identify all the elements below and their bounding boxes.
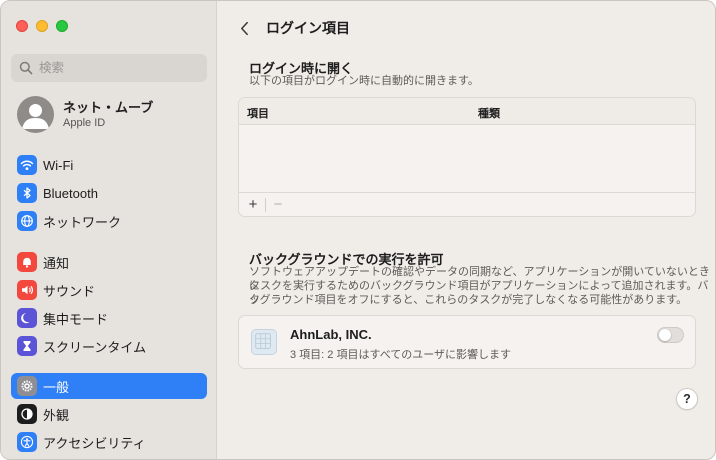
- remove-login-item-button[interactable]: −: [268, 196, 288, 214]
- search-icon: [19, 61, 33, 75]
- column-header-item[interactable]: 項目: [247, 105, 269, 121]
- table-body[interactable]: [239, 125, 695, 193]
- appearance-icon: [17, 404, 37, 424]
- account-subtitle: Apple ID: [63, 116, 106, 129]
- sidebar-item-label: Wi-Fi: [43, 157, 74, 173]
- help-button[interactable]: ?: [676, 388, 698, 410]
- sidebar-item-label: 通知: [43, 255, 70, 271]
- add-login-item-button[interactable]: +: [243, 196, 263, 214]
- bell-icon: [17, 252, 37, 272]
- sidebar-item-label: 集中モード: [43, 311, 109, 327]
- back-button[interactable]: [236, 17, 252, 39]
- sidebar-item-notifications[interactable]: 通知: [11, 249, 207, 275]
- sidebar-item-accessibility[interactable]: アクセシビリティ: [11, 429, 207, 455]
- column-header-kind[interactable]: 種類: [478, 105, 500, 121]
- background-item-name: AhnLab, INC.: [290, 327, 372, 342]
- sidebar-item-network[interactable]: ネットワーク: [11, 208, 207, 234]
- sidebar-item-sound[interactable]: サウンド: [11, 277, 207, 303]
- globe-icon: [17, 211, 37, 231]
- sidebar-item-label: スクリーンタイム: [43, 339, 147, 355]
- background-item-toggle[interactable]: [657, 327, 684, 343]
- sidebar-item-screen-time[interactable]: スクリーンタイム: [11, 333, 207, 359]
- search-field[interactable]: [11, 54, 207, 82]
- close-window-button[interactable]: [16, 20, 28, 32]
- login-items-table: 項目 種類 + −: [238, 97, 696, 217]
- avatar: [17, 96, 54, 133]
- background-desc-line-3: クグラウンド項目をオフにすると、これらのタスクが完了しなくなる可能性があります。: [249, 294, 688, 306]
- sidebar-item-label: 一般: [43, 379, 70, 395]
- sidebar-item-general[interactable]: 一般: [11, 373, 207, 399]
- apple-id-account[interactable]: ネット・ムーブ Apple ID: [17, 96, 153, 133]
- traffic-lights: [16, 20, 68, 32]
- account-name: ネット・ムーブ: [63, 99, 154, 115]
- sidebar: ネット・ムーブ Apple ID Wi-Fi Bluetooth ネットワーク: [1, 1, 217, 459]
- login-section-description: 以下の項目がログイン時に自動的に開きます。: [249, 75, 479, 87]
- sidebar-item-label: アクセシビリティ: [43, 435, 146, 451]
- main-panel: ログイン項目 ログイン時に開く 以下の項目がログイン時に自動的に開きます。 項目…: [218, 1, 715, 459]
- table-footer: + −: [239, 192, 695, 216]
- toggle-knob: [659, 329, 671, 341]
- sidebar-item-bluetooth[interactable]: Bluetooth: [11, 180, 207, 206]
- hourglass-icon: [17, 336, 37, 356]
- app-icon: [251, 329, 277, 355]
- bluetooth-icon: [17, 183, 37, 203]
- sidebar-item-focus[interactable]: 集中モード: [11, 305, 207, 331]
- chevron-left-icon: [240, 21, 248, 35]
- page-title: ログイン項目: [266, 20, 350, 36]
- sidebar-item-label: Bluetooth: [43, 185, 98, 201]
- speaker-icon: [17, 280, 37, 300]
- search-input[interactable]: [39, 61, 199, 75]
- sidebar-item-wifi[interactable]: Wi-Fi: [11, 152, 207, 178]
- sidebar-item-label: サウンド: [43, 283, 96, 299]
- system-settings-window: ネット・ムーブ Apple ID Wi-Fi Bluetooth ネットワーク: [0, 0, 716, 460]
- moon-icon: [17, 308, 37, 328]
- wifi-icon: [17, 155, 37, 175]
- divider: [265, 197, 266, 212]
- minimize-window-button[interactable]: [36, 20, 48, 32]
- background-item-subtitle: 3 項目: 2 項目はすべてのユーザに影響します: [290, 349, 512, 361]
- accessibility-icon: [17, 432, 37, 452]
- maximize-window-button[interactable]: [56, 20, 68, 32]
- person-icon: [22, 104, 49, 129]
- table-header: 項目 種類: [239, 98, 695, 125]
- sidebar-item-label: 外観: [43, 407, 70, 423]
- sidebar-item-label: ネットワーク: [43, 214, 122, 230]
- background-item-row: AhnLab, INC. 3 項目: 2 項目はすべてのユーザに影響します: [238, 315, 696, 369]
- gear-icon: [17, 376, 37, 396]
- sidebar-item-appearance[interactable]: 外観: [11, 401, 207, 427]
